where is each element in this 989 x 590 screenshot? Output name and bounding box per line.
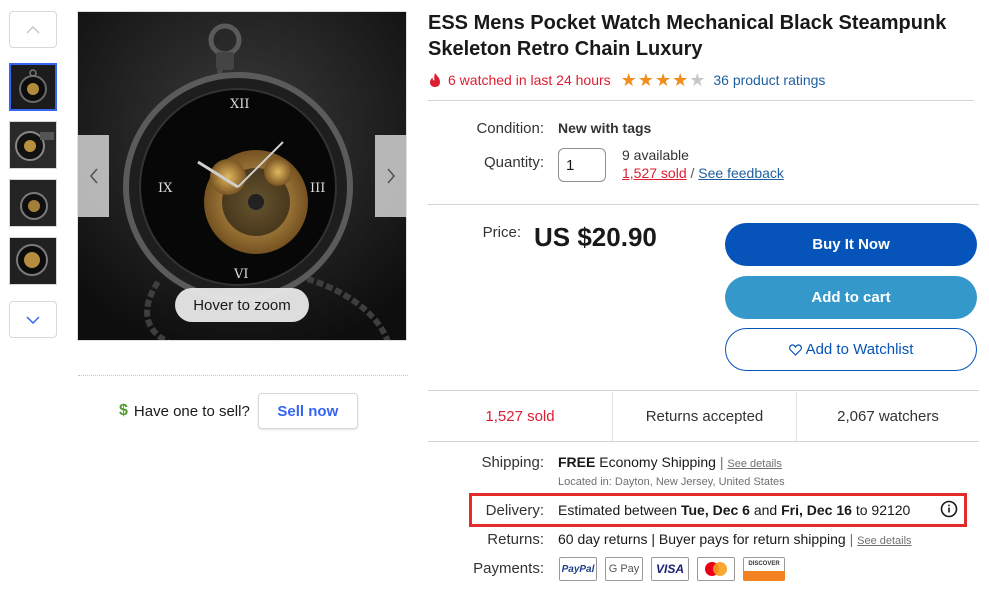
divider (428, 204, 979, 205)
thumbnail-2[interactable] (9, 121, 57, 169)
quantity-label: Quantity: (483, 154, 544, 171)
divider (78, 375, 408, 376)
delivery-start-date: Tue, Dec 6 (680, 502, 750, 518)
thumbnail-3[interactable] (9, 179, 57, 227)
sell-prompt-text: Have one to sell? (133, 402, 250, 420)
quantity-input[interactable] (558, 148, 606, 182)
watch-thumbnail-image (10, 180, 56, 226)
divider (428, 441, 979, 442)
paypal-icon: PayPal (559, 557, 597, 581)
delivery-end-date: Fri, Dec 16 (781, 502, 852, 518)
svg-text:VI: VI (233, 267, 249, 282)
condition-label: Condition: (476, 120, 544, 137)
dollar-icon: $ (119, 402, 128, 419)
svg-text:IX: IX (158, 181, 173, 196)
returns-value-row: 60 day returns | Buyer pays for return s… (558, 531, 912, 547)
delivery-prefix: Estimated between (558, 502, 678, 518)
watch-thumbnail-image (10, 122, 56, 168)
add-to-watchlist-button[interactable]: Add to Watchlist (725, 328, 977, 371)
product-title: ESS Mens Pocket Watch Mechanical Black S… (428, 12, 947, 60)
shipping-value: FREE Economy Shipping | See details (558, 454, 782, 470)
watch-thumbnail-image (10, 238, 56, 284)
delivery-to: to (855, 502, 868, 518)
flame-icon (430, 73, 440, 87)
image-previous-button[interactable] (78, 135, 109, 217)
mastercard-icon (697, 557, 735, 581)
star-empty-icon: ★ (689, 70, 706, 90)
returns-see-details-link[interactable]: See details (857, 535, 911, 547)
watchlist-label: Add to Watchlist (805, 341, 914, 358)
google-pay-icon: G Pay (605, 557, 643, 581)
thumbnail-1[interactable] (9, 63, 57, 111)
returns-divider: | (849, 531, 854, 547)
main-product-image[interactable]: XII III VI IX Hover to zoom (77, 11, 407, 341)
shipping-method: Economy Shipping (599, 454, 716, 470)
delivery-label: Delivery: (485, 502, 544, 519)
social-proof-row: 6 watched in last 24 hours ★ ★ ★ ★ ★ 36 … (428, 69, 825, 91)
star-rating: ★ ★ ★ ★ ★ (621, 71, 706, 89)
watched-count: 6 watched in last 24 hours (448, 72, 611, 88)
payments-label: Payments: (473, 560, 544, 577)
thumbnail-scroll-up-button[interactable] (9, 11, 57, 48)
price-value: US $20.90 (534, 222, 657, 252)
shipping-label: Shipping: (481, 454, 544, 471)
info-icon[interactable] (940, 500, 958, 518)
chevron-right-icon (386, 168, 395, 184)
thumbnail-4[interactable] (9, 237, 57, 285)
free-shipping-tag: FREE (558, 454, 596, 470)
chevron-up-icon (26, 25, 40, 34)
available-count: 9 available (622, 147, 689, 163)
svg-text:XII: XII (230, 97, 250, 112)
add-to-cart-button[interactable]: Add to cart (725, 276, 977, 319)
returns-stat: Returns accepted (645, 408, 764, 425)
star-icon: ★ (654, 70, 672, 90)
item-location: Located in: Dayton, New Jersey, United S… (558, 476, 785, 488)
thumbnail-scroll-down-button[interactable] (9, 301, 57, 338)
shipping-divider: | (719, 454, 724, 470)
watchers-stat: 2,067 watchers (837, 408, 939, 425)
hover-to-zoom-hint: Hover to zoom (175, 288, 309, 322)
returns-value: 60 day returns | Buyer pays for return s… (558, 531, 846, 547)
image-next-button[interactable] (375, 135, 406, 217)
sold-stat: 1,527 sold (485, 408, 555, 425)
discover-stripe (743, 571, 785, 581)
buy-it-now-button[interactable]: Buy It Now (725, 223, 977, 266)
divider (428, 390, 979, 391)
quantity-links: 1,527 sold / See feedback (622, 165, 784, 181)
star-icon: ★ (672, 70, 689, 90)
star-icon: ★ (620, 70, 637, 90)
link-separator: / (690, 165, 695, 181)
sell-prompt-row: $ Have one to sell? Sell now (119, 393, 358, 429)
shipping-see-details-link[interactable]: See details (727, 458, 781, 470)
delivery-zip: 92120 (871, 502, 911, 518)
delivery-and: and (753, 502, 778, 518)
visa-icon: VISA (651, 557, 689, 581)
divider (428, 100, 974, 101)
price-label: Price: (482, 224, 521, 241)
star-icon: ★ (637, 70, 654, 90)
condition-value: New with tags (558, 120, 652, 136)
svg-text:III: III (310, 181, 325, 196)
chevron-left-icon (89, 168, 98, 184)
watch-thumbnail-image (11, 65, 55, 109)
heart-icon (788, 343, 802, 356)
sell-now-button[interactable]: Sell now (257, 393, 358, 429)
delivery-estimate: Estimated between Tue, Dec 6 and Fri, De… (558, 502, 910, 518)
sold-count-link[interactable]: 1,527 sold (622, 165, 687, 181)
returns-label: Returns: (487, 531, 544, 548)
product-ratings-link[interactable]: 36 product ratings (713, 72, 825, 88)
see-feedback-link[interactable]: See feedback (698, 165, 784, 181)
chevron-down-icon (26, 315, 40, 324)
